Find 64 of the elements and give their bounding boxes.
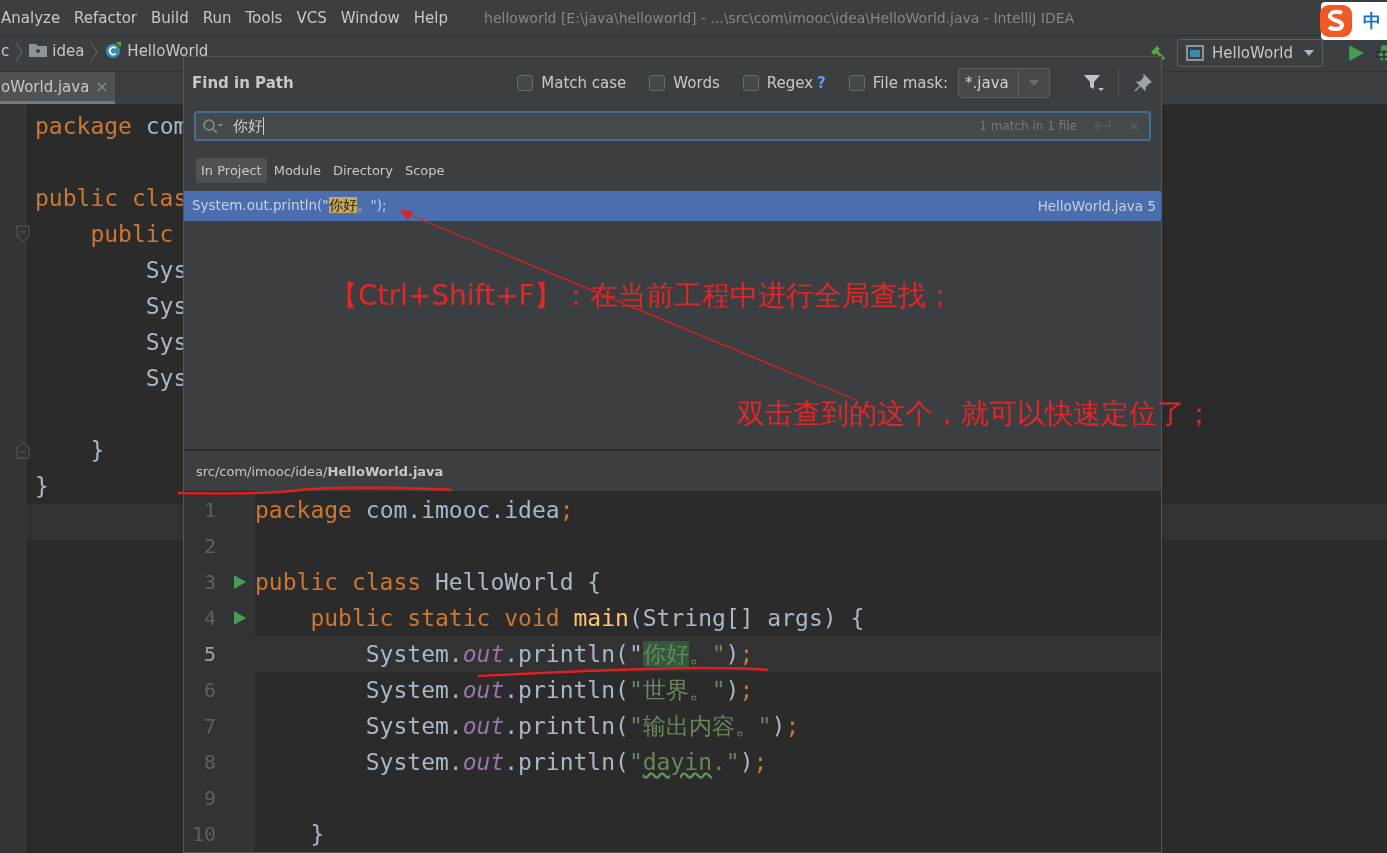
result-file: HelloWorld.java 5	[1037, 198, 1156, 215]
scope-tab[interactable]: Module	[268, 157, 326, 183]
search-icon	[202, 118, 224, 134]
code-line: }	[309, 821, 325, 847]
editor-tab[interactable]: oWorld.java	[0, 72, 116, 104]
folder-icon	[29, 42, 48, 58]
wrap-icon[interactable]	[1093, 119, 1111, 133]
run-icon[interactable]	[234, 575, 246, 589]
caret-icon	[1304, 50, 1314, 56]
ime-mode[interactable]: 中	[1363, 9, 1381, 33]
menu-item[interactable]: VCS	[296, 8, 327, 27]
annotation-text: 双击查到的这个，就可以快速定位了；	[737, 396, 1213, 432]
filter-icon[interactable]	[1084, 73, 1104, 92]
fold-icon[interactable]	[16, 441, 30, 459]
close-icon[interactable]	[1129, 121, 1139, 131]
fold-icon[interactable]	[16, 225, 30, 243]
code-line: package com.imooc.idea;	[255, 497, 574, 523]
class-icon	[104, 42, 123, 58]
checkbox[interactable]	[848, 74, 865, 91]
line-number: 5	[202, 642, 216, 666]
close-icon[interactable]	[97, 81, 108, 92]
menu-item[interactable]: Run	[202, 8, 232, 27]
breadcrumb[interactable]: idea	[52, 42, 85, 60]
code-line: public class HelloWorld {	[255, 569, 602, 595]
menu-item[interactable]: Tools	[245, 8, 283, 27]
menu-item[interactable]: Refactor	[74, 8, 138, 27]
run-icon[interactable]	[1347, 44, 1365, 62]
option-label[interactable]: Regex	[766, 73, 814, 92]
scope-tab[interactable]: Scope	[399, 157, 450, 183]
code-line: System.out.println("你好。");	[364, 639, 754, 669]
code-line: }	[89, 437, 105, 463]
code-line: public static void main(String[] args) {	[309, 605, 865, 631]
breadcrumb[interactable]: HelloWorld	[127, 42, 209, 60]
menu-item[interactable]: Analyze	[1, 8, 61, 27]
chevron-icon	[90, 42, 99, 62]
scope-tab[interactable]: Directory	[327, 157, 398, 183]
code-line: public	[89, 221, 174, 247]
menu-item[interactable]: Window	[340, 8, 400, 27]
file-mask-combobox[interactable]: *.java	[958, 67, 1050, 98]
code-line: System.out.println("世界。");	[364, 675, 754, 705]
run-config-dropdown[interactable]: HelloWorld	[1177, 39, 1323, 67]
checkbox[interactable]	[742, 74, 759, 91]
checkbox[interactable]	[649, 74, 666, 91]
scope-tab[interactable]: In Project	[196, 157, 267, 183]
code-line: System.out.println("dayin.");	[364, 749, 768, 775]
menu-item[interactable]: Help	[413, 8, 449, 27]
option-label[interactable]: File mask:	[872, 73, 948, 92]
chevron-icon	[15, 42, 24, 62]
ime-logo-icon[interactable]	[1319, 4, 1353, 38]
checkbox[interactable]	[517, 74, 534, 91]
breadcrumb[interactable]: c	[1, 42, 10, 60]
code-line: }	[34, 473, 49, 499]
window-title: helloworld [E:\java\helloworld] - ...\src\com\imooc\idea\HelloWorld.java - IntelliJ IDEA	[484, 9, 1075, 26]
menu-item[interactable]: Build	[151, 8, 189, 27]
hammer-icon[interactable]	[1149, 44, 1167, 62]
dialog-title: Find in Path	[192, 73, 294, 92]
pin-icon[interactable]	[1133, 73, 1153, 92]
option-label[interactable]: Match case	[541, 73, 627, 92]
option-label[interactable]: Words	[673, 73, 720, 92]
window-icon	[1186, 45, 1204, 61]
run-icon[interactable]	[234, 611, 246, 625]
code-line: System.out.println("输出内容。");	[364, 711, 800, 741]
preview-path: src/com/imooc/idea/HelloWorld.java	[196, 463, 444, 479]
help-link[interactable]: ?	[817, 73, 826, 92]
